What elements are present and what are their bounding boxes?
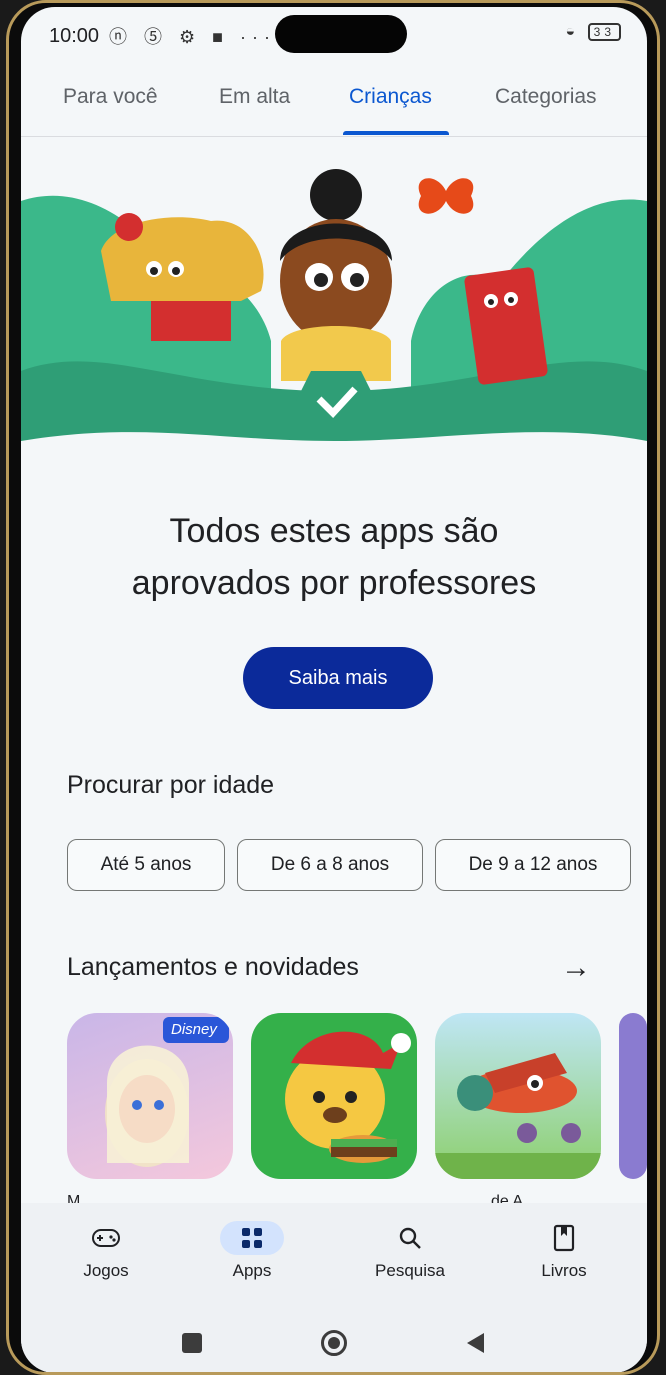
- back-icon: [467, 1333, 484, 1353]
- app-card-frozen[interactable]: Disney: [67, 1013, 233, 1179]
- status-time: 10:00: [49, 25, 100, 47]
- nav-pesquisa-label: Pesquisa: [375, 1261, 445, 1280]
- back-button[interactable]: [459, 1327, 491, 1359]
- tab-em-alta[interactable]: Em alta: [219, 85, 290, 109]
- book-icon: [532, 1221, 596, 1255]
- status-bar: 10:00 ⓝ ⑤ ⚙ ■ ··· ◒ 33: [21, 7, 647, 57]
- tab-criancas[interactable]: Crianças: [349, 85, 432, 109]
- chip-9-a-12-anos[interactable]: De 9 a 12 anos: [435, 839, 631, 891]
- home-button[interactable]: [318, 1327, 350, 1359]
- saiba-mais-button[interactable]: Saiba mais: [243, 647, 433, 709]
- camera-notch: [275, 15, 407, 53]
- top-tabs: Para você Em alta Crianças Categorias: [21, 63, 647, 137]
- bottom-nav: Jogos Apps Pesquisa Livros: [21, 1203, 647, 1313]
- nav-apps-label: Apps: [232, 1261, 272, 1280]
- hero-heading-line2: aprovados por professores: [131, 564, 537, 602]
- chip-6-a-8-anos[interactable]: De 6 a 8 anos: [237, 839, 423, 891]
- airplane-app-icon: [435, 1053, 601, 1179]
- bear-burger-app-icon: [285, 1031, 411, 1163]
- tab-categorias[interactable]: Categorias: [495, 85, 597, 109]
- nav-livros[interactable]: Livros: [509, 1221, 619, 1281]
- battery-icon: 33: [587, 23, 621, 41]
- system-nav-bar: [21, 1313, 647, 1372]
- home-icon: [321, 1330, 347, 1356]
- recents-button[interactable]: [176, 1327, 208, 1359]
- nav-jogos-label: Jogos: [83, 1261, 129, 1280]
- chip-ate-5-anos[interactable]: Até 5 anos: [67, 839, 225, 891]
- gamepad-icon: [74, 1221, 138, 1255]
- hero-heading-line1: Todos estes apps são: [169, 512, 499, 550]
- app-card-bear[interactable]: [251, 1013, 417, 1179]
- nav-apps[interactable]: Apps: [197, 1221, 307, 1281]
- app-card-airplane[interactable]: [435, 1013, 601, 1179]
- apps-grid-icon: [220, 1221, 284, 1255]
- disney-badge: Disney: [171, 1021, 217, 1038]
- new-section-title: Lançamentos e novidades: [67, 953, 359, 981]
- hero-heading: Todos estes apps são aprovados por profe…: [21, 505, 647, 609]
- nav-livros-label: Livros: [541, 1261, 587, 1280]
- nav-pesquisa[interactable]: Pesquisa: [355, 1221, 465, 1281]
- recents-icon: [182, 1333, 202, 1353]
- arrow-right-icon[interactable]: →: [561, 951, 591, 985]
- status-notification-icons: ⓝ ⑤ ⚙ ■ ···: [109, 27, 276, 47]
- nav-jogos[interactable]: Jogos: [51, 1221, 161, 1281]
- tab-para-voce[interactable]: Para você: [63, 85, 158, 109]
- search-icon: [378, 1221, 442, 1255]
- app-card-partial[interactable]: [619, 1013, 647, 1179]
- hero-illustration: [21, 141, 647, 471]
- tab-indicator: [343, 131, 449, 135]
- screen: 10:00 ⓝ ⑤ ⚙ ■ ··· ◒ 33 Para você Em alta…: [21, 7, 647, 1372]
- wifi-icon: ◒: [565, 23, 580, 40]
- phone-frame: 10:00 ⓝ ⑤ ⚙ ■ ··· ◒ 33 Para você Em alta…: [6, 0, 660, 1375]
- status-right-icons: ◒ 33: [566, 23, 621, 41]
- age-section-title: Procurar por idade: [67, 771, 275, 799]
